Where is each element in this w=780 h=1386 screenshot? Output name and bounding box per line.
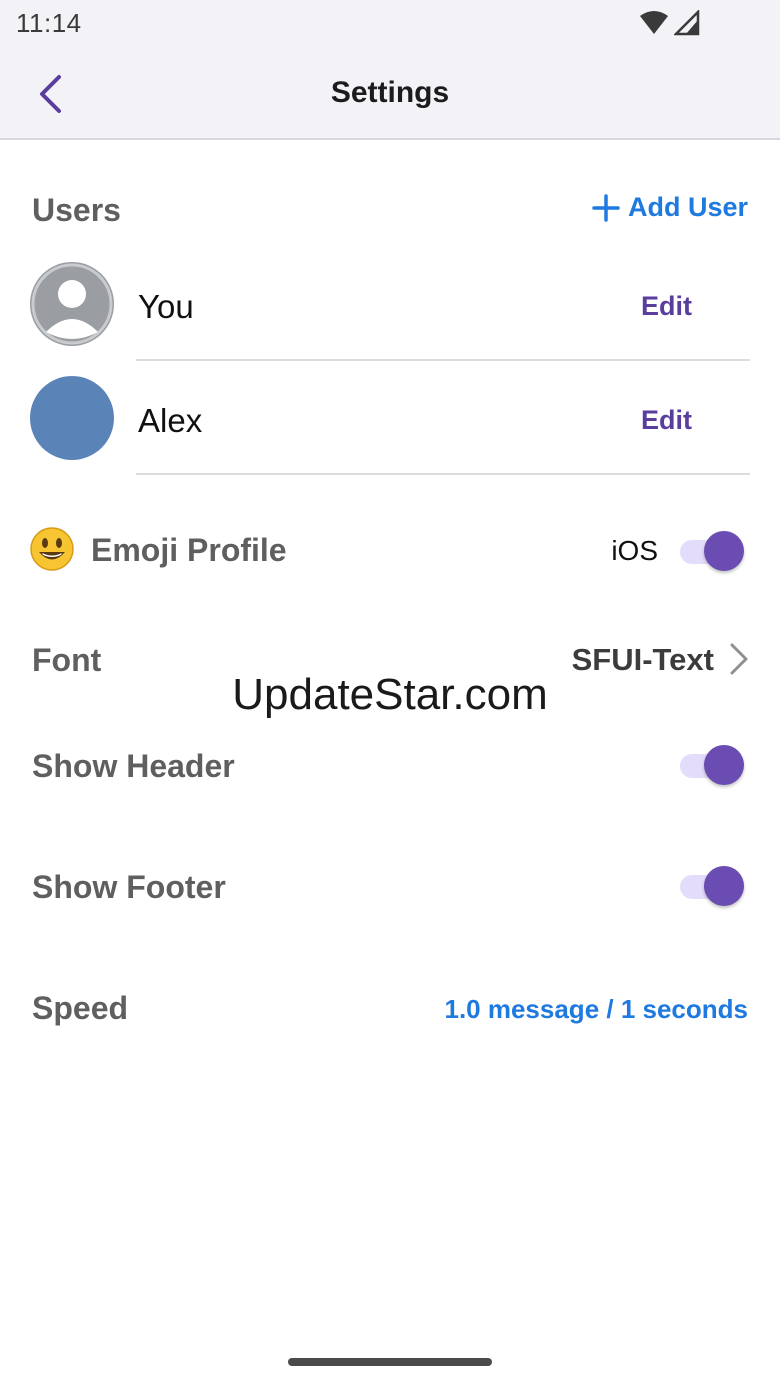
- user-name: You: [138, 288, 194, 325]
- emoji-profile-toggle[interactable]: [680, 531, 744, 571]
- cell-signal-icon: [674, 10, 700, 36]
- users-section-label: Users: [32, 192, 121, 228]
- show-header-label: Show Header: [32, 748, 235, 784]
- emoji-profile-label: Emoji Profile: [91, 532, 287, 568]
- divider: [136, 473, 750, 475]
- add-user-button[interactable]: Add User: [592, 192, 748, 223]
- status-time: 11:14: [16, 8, 82, 38]
- edit-user-button[interactable]: Edit: [641, 405, 692, 436]
- status-icons: [640, 10, 700, 36]
- toggle-thumb: [704, 745, 744, 785]
- watermark: UpdateStar.com: [232, 670, 548, 719]
- speed-label: Speed: [32, 990, 129, 1026]
- add-user-label: Add User: [627, 192, 748, 222]
- show-header-toggle[interactable]: [680, 745, 744, 785]
- avatar: [30, 376, 114, 460]
- toggle-thumb: [704, 531, 744, 571]
- smiley-face-icon: [30, 527, 74, 571]
- home-indicator: [288, 1358, 492, 1366]
- show-footer-toggle[interactable]: [680, 866, 744, 906]
- show-footer-label: Show Footer: [32, 869, 226, 905]
- speed-value[interactable]: 1.0 message / 1 seconds: [444, 994, 748, 1025]
- divider: [136, 359, 750, 361]
- page-title: Settings: [330, 76, 450, 109]
- toggle-thumb: [704, 866, 744, 906]
- plus-icon: [592, 193, 620, 222]
- wifi-icon: [640, 11, 668, 34]
- user-name: Alex: [138, 402, 203, 439]
- emoji-profile-value: iOS: [611, 535, 658, 566]
- user-row: You Edit: [0, 248, 780, 362]
- edit-user-button[interactable]: Edit: [641, 291, 692, 322]
- status-bar: 11:14: [0, 0, 780, 48]
- user-silhouette-icon: [31, 263, 113, 345]
- nav-bar: Settings: [0, 48, 780, 140]
- user-row: Alex Edit: [0, 362, 780, 476]
- avatar: [30, 262, 114, 346]
